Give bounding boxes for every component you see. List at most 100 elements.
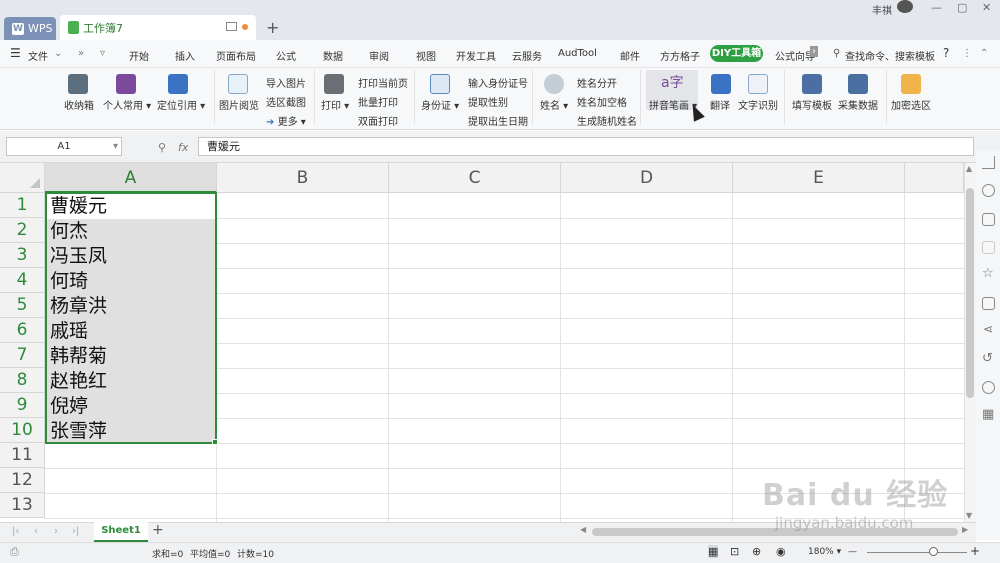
menu-formula[interactable]: 公式 <box>276 48 296 63</box>
row-header[interactable]: 12 <box>0 468 45 493</box>
menu-mail[interactable]: 邮件 <box>620 48 640 63</box>
cell-a9[interactable]: 倪婷 <box>46 394 216 419</box>
menu-view[interactable]: 视图 <box>416 48 436 63</box>
ribbon-id-card[interactable]: 身份证 ▾ <box>421 97 459 112</box>
comment-icon[interactable] <box>982 241 995 254</box>
chevron-down-icon[interactable]: ⌄ <box>54 48 62 59</box>
collapse-ribbon-icon[interactable]: ⌃ <box>980 48 988 59</box>
cell-a6[interactable]: 戚瑶 <box>46 319 216 344</box>
row-header[interactable]: 11 <box>0 443 45 468</box>
shape-icon[interactable] <box>982 184 995 197</box>
cell-a2[interactable]: 何杰 <box>46 219 216 244</box>
ribbon-encrypt-region[interactable]: 加密选区 <box>891 97 931 112</box>
cell-a8[interactable]: 赵艳红 <box>46 369 216 394</box>
ribbon-duplex-print[interactable]: 双面打印 <box>358 113 398 128</box>
history-icon[interactable]: ↺ <box>982 351 993 366</box>
wps-tab[interactable]: W WPS <box>4 17 56 40</box>
cell-a5[interactable]: 杨章洪 <box>46 294 216 319</box>
avatar[interactable] <box>897 0 913 13</box>
more-icon[interactable]: » <box>78 48 84 59</box>
hamburger-icon[interactable]: ☰ <box>10 46 21 60</box>
ribbon-shoujian[interactable]: 收纳箱 <box>64 97 94 112</box>
name-box[interactable]: A1 ▾ <box>6 137 122 156</box>
ribbon-print[interactable]: 打印 ▾ <box>321 97 349 112</box>
zoom-level[interactable]: 180% ▾ <box>808 547 841 557</box>
more-options-icon[interactable]: ⋮ <box>962 48 972 59</box>
menu-scroll-right-icon[interactable]: › <box>810 46 818 57</box>
ribbon-random-name[interactable]: 生成随机姓名 <box>577 113 637 128</box>
scroll-right-icon[interactable]: ▶ <box>962 525 968 534</box>
menu-fangfang[interactable]: 方方格子 <box>660 48 700 63</box>
next-sheet-icon[interactable]: › <box>54 526 58 537</box>
cell-a3[interactable]: 冯玉凤 <box>46 244 216 269</box>
last-sheet-icon[interactable]: ›| <box>72 526 79 537</box>
menu-file[interactable]: 文件 <box>28 48 48 63</box>
scroll-up-icon[interactable]: ▲ <box>966 164 972 173</box>
spreadsheet-grid[interactable]: A B C D E 1 2 3 4 5 6 7 8 9 10 11 12 13 … <box>0 163 964 522</box>
archive-icon[interactable] <box>982 297 995 310</box>
menu-review[interactable]: 审阅 <box>369 48 389 63</box>
menu-home[interactable]: 开始 <box>129 48 149 63</box>
row-header[interactable]: 5 <box>0 293 45 318</box>
fx-icon[interactable]: fx <box>178 141 188 154</box>
edit-icon[interactable] <box>982 213 995 226</box>
minimize-icon[interactable]: — <box>931 1 942 14</box>
row-header[interactable]: 7 <box>0 343 45 368</box>
menu-formula-wizard[interactable]: 公式向导 <box>775 48 815 63</box>
menu-data[interactable]: 数据 <box>323 48 343 63</box>
quick-access-icon[interactable]: ▿ <box>100 48 105 59</box>
page-break-view-icon[interactable]: ⊡ <box>730 545 739 558</box>
cell-a4[interactable]: 何琦 <box>46 269 216 294</box>
row-header[interactable]: 3 <box>0 243 45 268</box>
menu-cloud[interactable]: 云服务 <box>512 48 542 63</box>
ribbon-batch-print[interactable]: 批量打印 <box>358 94 398 109</box>
help-icon[interactable]: ? <box>943 46 949 60</box>
ribbon-fill-template[interactable]: 填写模板 <box>792 97 832 112</box>
ribbon-region-screenshot[interactable]: 选区截图 <box>266 94 306 109</box>
ribbon-personal[interactable]: 个人常用 ▾ <box>103 97 151 112</box>
ribbon-translate[interactable]: 翻译 <box>710 97 730 112</box>
fill-handle[interactable] <box>212 439 218 445</box>
ribbon-image-view[interactable]: 图片阅览 <box>219 97 259 112</box>
document-tab[interactable]: 工作簿7 <box>60 15 256 40</box>
row-header[interactable]: 13 <box>0 493 45 518</box>
maximize-icon[interactable]: ▢ <box>957 1 967 14</box>
menu-insert[interactable]: 插入 <box>175 48 195 63</box>
row-header[interactable]: 9 <box>0 393 45 418</box>
column-header-a[interactable]: A <box>45 163 217 193</box>
column-header-f[interactable] <box>905 163 964 193</box>
scroll-left-icon[interactable]: ◀ <box>580 525 586 534</box>
column-header-c[interactable]: C <box>389 163 561 193</box>
ribbon-extract-birthday[interactable]: 提取出生日期 <box>468 113 528 128</box>
cell-a10[interactable]: 张雪萍 <box>46 419 216 444</box>
page-layout-view-icon[interactable]: ⊕ <box>752 545 761 558</box>
row-header[interactable]: 1 <box>0 193 45 218</box>
ribbon-more[interactable]: ➔ 更多 ▾ <box>266 113 306 128</box>
ribbon-name[interactable]: 姓名 ▾ <box>540 97 568 112</box>
ribbon-split-name[interactable]: 姓名分开 <box>577 75 617 90</box>
ribbon-locate[interactable]: 定位引用 ▾ <box>157 97 205 112</box>
macro-icon[interactable]: ⎙ <box>10 545 19 559</box>
grid-apps-icon[interactable]: ▦ <box>982 407 994 422</box>
menu-page-layout[interactable]: 页面布局 <box>216 48 256 63</box>
share-icon[interactable]: ⋖ <box>983 322 993 336</box>
zoom-slider-knob[interactable] <box>929 547 938 556</box>
cell-a1[interactable]: 曹媛元 <box>46 194 216 219</box>
ribbon-extract-gender[interactable]: 提取性别 <box>468 94 508 109</box>
new-tab-button[interactable]: + <box>266 18 279 37</box>
column-header-b[interactable]: B <box>217 163 389 193</box>
menu-diy-toolbox[interactable]: DIY工具箱 <box>710 45 763 62</box>
close-icon[interactable]: ✕ <box>982 1 991 14</box>
select-tool-icon[interactable] <box>982 156 995 169</box>
help-circle-icon[interactable] <box>982 381 995 394</box>
prev-sheet-icon[interactable]: ‹ <box>34 526 38 537</box>
menu-developer[interactable]: 开发工具 <box>456 48 496 63</box>
vertical-scroll-thumb[interactable] <box>966 188 974 398</box>
ribbon-input-id[interactable]: 输入身份证号 <box>468 75 528 90</box>
row-header[interactable]: 8 <box>0 368 45 393</box>
star-icon[interactable]: ☆ <box>982 266 994 281</box>
column-header-e[interactable]: E <box>733 163 905 193</box>
ribbon-import-image[interactable]: 导入图片 <box>266 75 306 90</box>
ribbon-ocr[interactable]: 文字识别 <box>738 97 778 112</box>
scroll-down-icon[interactable]: ▼ <box>966 511 972 520</box>
